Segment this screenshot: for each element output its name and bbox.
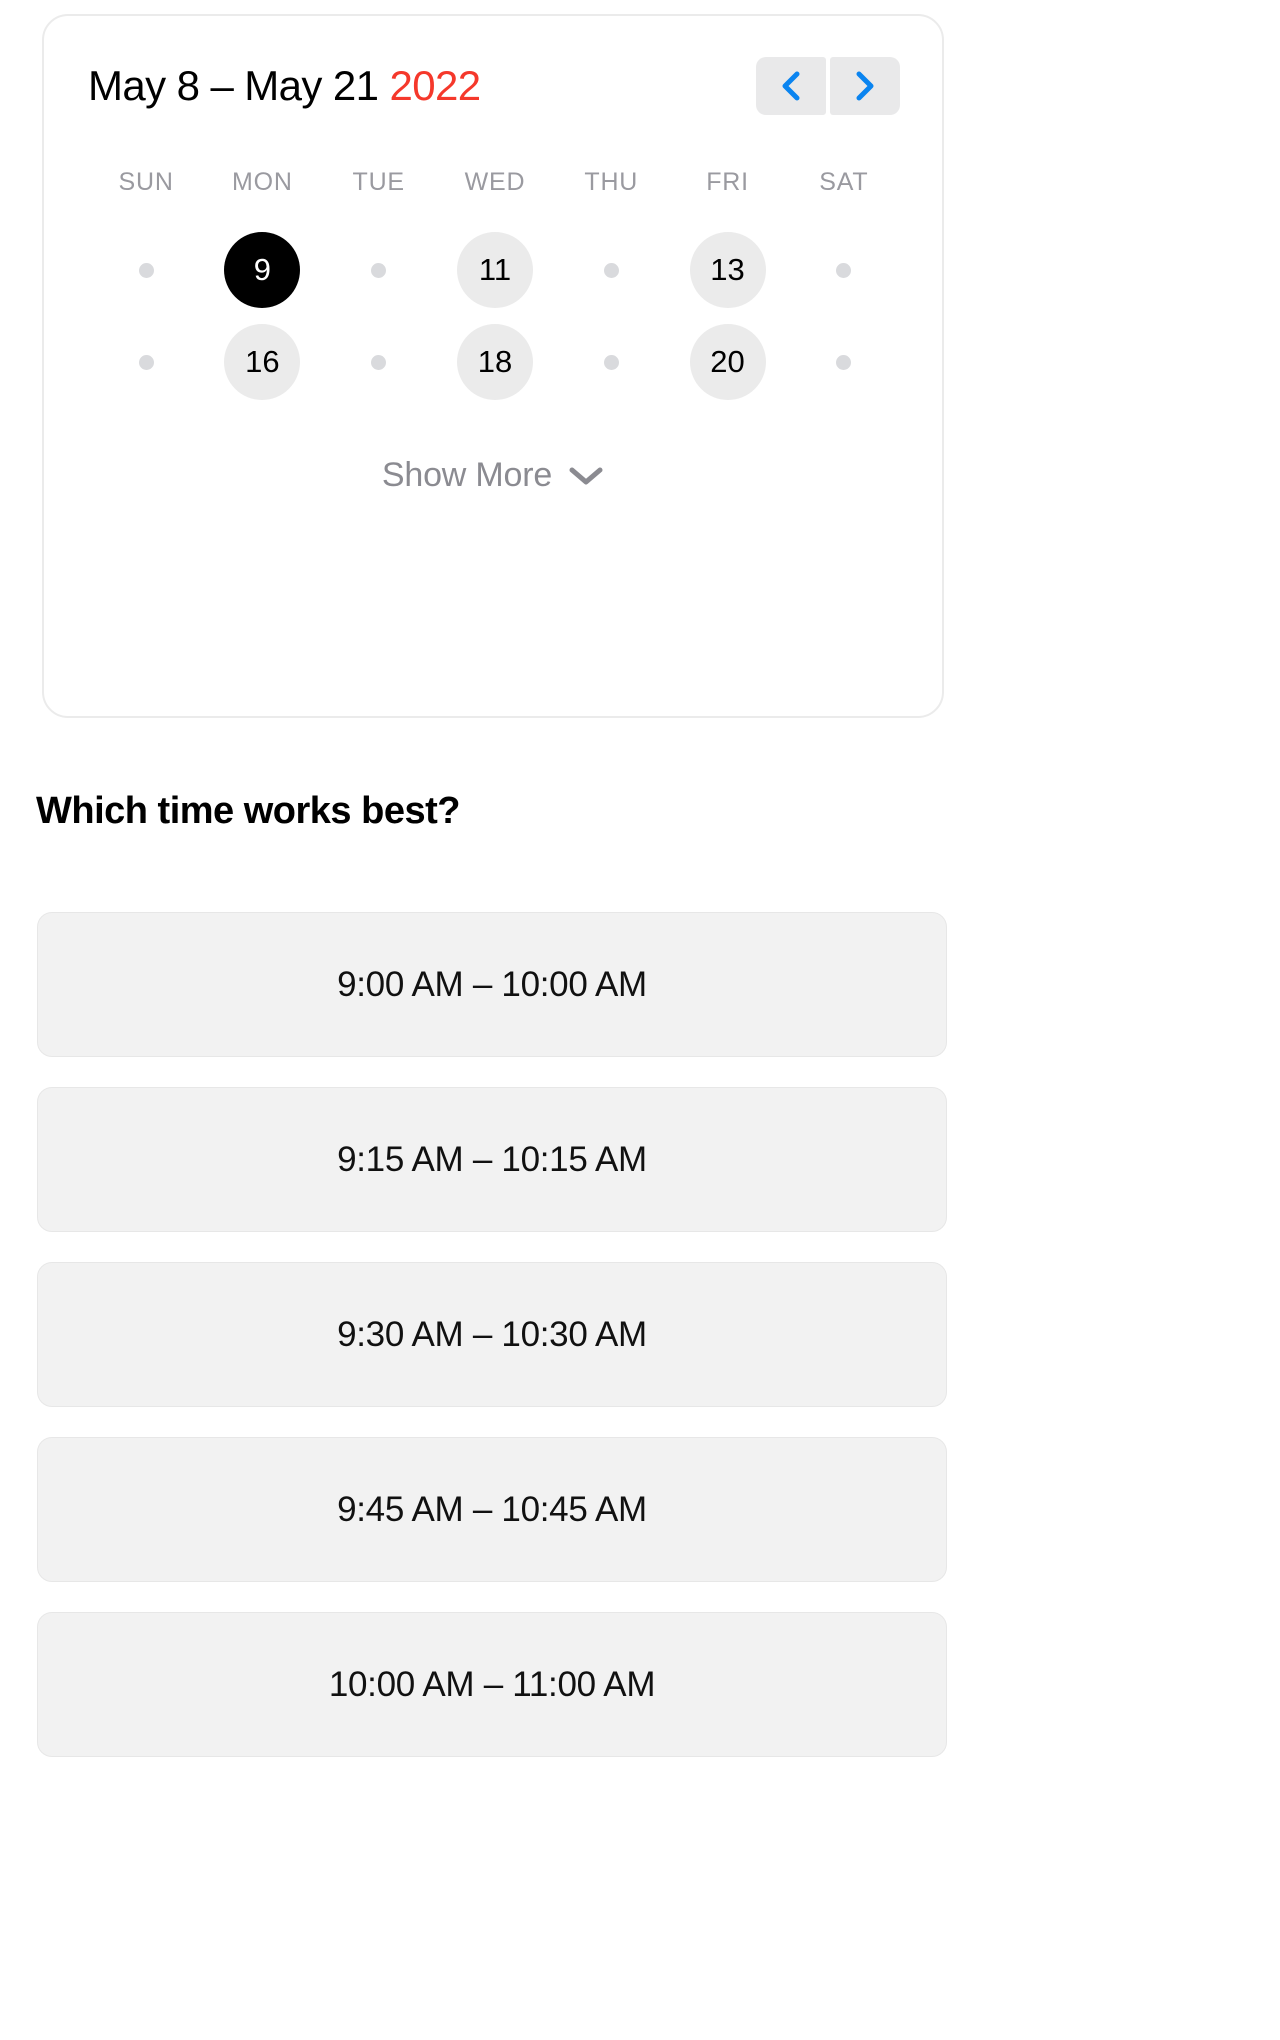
time-slot-option[interactable]: 9:30 AM – 10:30 AM xyxy=(37,1262,947,1407)
date-cell: 20 xyxy=(669,316,785,408)
date-cell: 13 xyxy=(669,224,785,316)
date-cell xyxy=(88,224,204,316)
calendar-nav-group xyxy=(756,57,900,115)
weekday-wed: WED xyxy=(464,168,526,196)
date-cell: 11 xyxy=(437,224,553,316)
next-week-button[interactable] xyxy=(830,57,900,115)
weekday-mon: MON xyxy=(232,168,293,196)
date-cell xyxy=(786,316,902,408)
time-slot-list: 9:00 AM – 10:00 AM 9:15 AM – 10:15 AM 9:… xyxy=(37,912,947,1787)
unavailable-day-dot xyxy=(836,262,852,278)
time-slot-label: 9:00 AM – 10:00 AM xyxy=(337,964,647,1004)
chevron-down-icon xyxy=(568,465,604,487)
weekday-sat: SAT xyxy=(819,168,869,196)
calendar-year-text: 2022 xyxy=(389,62,481,109)
date-cell xyxy=(553,316,669,408)
unavailable-day-dot xyxy=(138,262,154,278)
time-slot-option[interactable]: 9:00 AM – 10:00 AM xyxy=(37,912,947,1057)
show-more-label: Show More xyxy=(381,456,553,494)
date-cell xyxy=(321,224,437,316)
time-slot-option[interactable]: 10:00 AM – 11:00 AM xyxy=(37,1612,947,1757)
weekday-sun: SUN xyxy=(118,168,174,196)
time-slot-option[interactable]: 9:45 AM – 10:45 AM xyxy=(37,1437,947,1582)
show-more-button[interactable]: Show More xyxy=(44,456,942,495)
date-cell xyxy=(786,224,902,316)
previous-week-button[interactable] xyxy=(756,57,826,115)
time-slot-label: 10:00 AM – 11:00 AM xyxy=(328,1664,656,1704)
date-cell: 18 xyxy=(437,316,553,408)
calendar-range-text: May 8 – May 21 xyxy=(88,62,379,109)
date-button-11[interactable]: 11 xyxy=(456,232,533,308)
time-slot-label: 9:30 AM – 10:30 AM xyxy=(337,1314,647,1354)
unavailable-day-dot xyxy=(836,354,852,370)
date-button-16[interactable]: 16 xyxy=(224,324,301,400)
booking-page: May 8 – May 21 2022 SUN MON TUE WED THU … xyxy=(0,0,1280,2040)
calendar-week-row: 16 18 20 xyxy=(88,316,902,408)
time-slot-option[interactable]: 9:15 AM – 10:15 AM xyxy=(37,1087,947,1232)
unavailable-day-dot xyxy=(603,262,619,278)
weekday-tue: TUE xyxy=(352,168,405,196)
date-cell: 16 xyxy=(204,316,320,408)
calendar-week-row: 9 11 13 xyxy=(88,224,902,316)
date-cell xyxy=(553,224,669,316)
calendar-card: May 8 – May 21 2022 SUN MON TUE WED THU … xyxy=(42,14,944,718)
date-cell xyxy=(321,316,437,408)
date-button-13[interactable]: 13 xyxy=(689,232,766,308)
page-title: Which time works best? xyxy=(36,790,460,832)
calendar-header: May 8 – May 21 2022 xyxy=(44,16,942,156)
weekday-thu: THU xyxy=(584,168,639,196)
time-slot-label: 9:15 AM – 10:15 AM xyxy=(337,1139,647,1179)
chevron-right-icon xyxy=(852,70,878,102)
weekday-fri: FRI xyxy=(706,168,749,196)
time-slot-label: 9:45 AM – 10:45 AM xyxy=(337,1489,647,1529)
unavailable-day-dot xyxy=(371,262,387,278)
weekday-header-row: SUN MON TUE WED THU FRI SAT xyxy=(88,168,902,197)
date-button-20[interactable]: 20 xyxy=(689,324,766,400)
date-cell xyxy=(88,316,204,408)
chevron-left-icon xyxy=(778,70,804,102)
date-cell: 9 xyxy=(204,224,320,316)
unavailable-day-dot xyxy=(603,354,619,370)
date-button-9[interactable]: 9 xyxy=(224,232,301,308)
unavailable-day-dot xyxy=(138,354,154,370)
calendar-date-range-title: May 8 – May 21 2022 xyxy=(88,62,481,110)
unavailable-day-dot xyxy=(371,354,387,370)
date-button-18[interactable]: 18 xyxy=(456,324,533,400)
